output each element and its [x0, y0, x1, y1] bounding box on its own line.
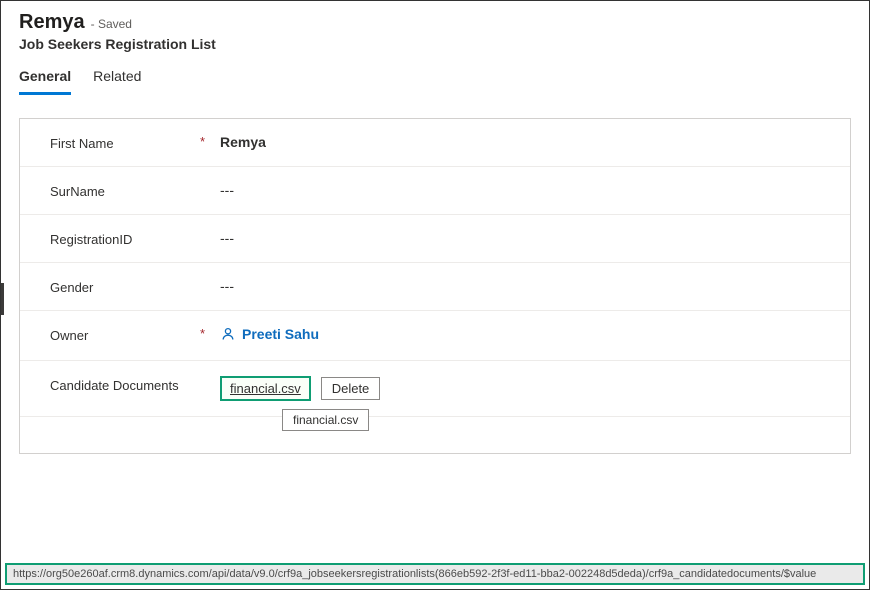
delete-button[interactable]: Delete: [321, 377, 381, 400]
field-first-name[interactable]: First Name * Remya: [20, 119, 850, 167]
file-tooltip: financial.csv: [282, 409, 369, 431]
field-registration-id[interactable]: RegistrationID ---: [20, 215, 850, 263]
general-form-panel: First Name * Remya SurName --- Registrat…: [19, 118, 851, 454]
label-surname: SurName: [50, 182, 200, 199]
value-first-name[interactable]: Remya: [220, 134, 828, 150]
tab-strip: General Related: [19, 68, 851, 96]
page-title: Remya: [19, 11, 85, 34]
value-registration-id[interactable]: ---: [220, 230, 828, 246]
tab-general[interactable]: General: [19, 68, 71, 95]
value-gender[interactable]: ---: [220, 278, 828, 294]
owner-lookup-link[interactable]: Preeti Sahu: [220, 326, 319, 342]
file-link[interactable]: financial.csv: [220, 376, 311, 401]
field-gender[interactable]: Gender ---: [20, 263, 850, 311]
owner-name: Preeti Sahu: [242, 326, 319, 342]
label-owner: Owner: [50, 326, 200, 343]
person-icon: [220, 326, 236, 342]
record-page: Remya - Saved Job Seekers Registration L…: [1, 1, 869, 454]
scroll-indicator: [1, 283, 4, 315]
field-surname[interactable]: SurName ---: [20, 167, 850, 215]
field-owner[interactable]: Owner * Preeti Sahu: [20, 311, 850, 361]
required-mark: *: [200, 326, 220, 341]
label-gender: Gender: [50, 278, 200, 295]
tab-related[interactable]: Related: [93, 68, 141, 95]
required-mark: *: [200, 134, 220, 149]
status-url-bar: https://org50e260af.crm8.dynamics.com/ap…: [5, 563, 865, 585]
save-status: - Saved: [91, 17, 132, 31]
entity-subtitle: Job Seekers Registration List: [19, 36, 851, 52]
label-candidate-documents: Candidate Documents: [50, 376, 200, 393]
value-surname[interactable]: ---: [220, 182, 828, 198]
label-registration-id: RegistrationID: [50, 230, 200, 247]
header: Remya - Saved: [19, 11, 851, 34]
field-candidate-documents[interactable]: Candidate Documents financial.csv Delete: [20, 361, 850, 417]
label-first-name: First Name: [50, 134, 200, 151]
